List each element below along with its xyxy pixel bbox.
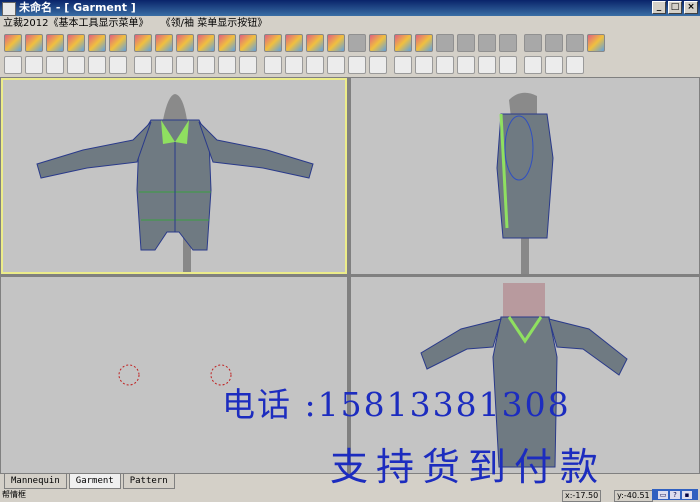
minimize-button[interactable]: _ <box>652 1 666 14</box>
cross-icon[interactable] <box>109 34 127 52</box>
cross-icon[interactable] <box>394 56 412 74</box>
line-icon[interactable] <box>369 56 387 74</box>
new-file-icon[interactable] <box>4 56 22 74</box>
fill-icon[interactable] <box>176 34 194 52</box>
shirt-icon[interactable] <box>176 56 194 74</box>
right-sleeve <box>198 121 314 179</box>
pattern-piece-left <box>118 364 140 386</box>
mannequin-icon[interactable] <box>25 34 43 52</box>
print-icon[interactable] <box>67 56 85 74</box>
system-tray: ▭ ? ▪ <box>652 489 698 500</box>
mannequin-icon[interactable] <box>197 34 215 52</box>
garment-body <box>136 119 212 251</box>
help-icon[interactable]: ? <box>670 490 680 499</box>
rotate-icon[interactable] <box>197 56 215 74</box>
maximize-button[interactable]: □ <box>668 1 682 14</box>
viewport-front[interactable] <box>1 78 347 274</box>
menu-item-basic-tools[interactable]: 立裁2012《基本工具显示菜单》 <box>3 18 148 29</box>
save-icon[interactable] <box>46 56 64 74</box>
sleeve-icon[interactable] <box>264 34 282 52</box>
pan-icon[interactable] <box>218 56 236 74</box>
shirt-icon[interactable] <box>218 34 236 52</box>
zoom-icon[interactable] <box>239 56 257 74</box>
viewport-pattern[interactable] <box>1 277 347 473</box>
tray-icon[interactable]: ▭ <box>658 490 668 499</box>
app-icon <box>2 2 16 16</box>
left-sleeve <box>36 121 152 179</box>
tool-icon[interactable] <box>566 56 584 74</box>
window-title: 未命名 - [ Garment ] <box>19 1 136 14</box>
title-bar: 未命名 - [ Garment ] _ □ × <box>0 0 700 16</box>
view-bottom-icon[interactable] <box>545 56 563 74</box>
view-top-icon[interactable] <box>524 56 542 74</box>
ruler-icon[interactable] <box>327 56 345 74</box>
view-tabs: Mannequin Garment Pattern <box>0 474 700 490</box>
toolbar-garment <box>0 31 700 55</box>
stand-pole <box>521 238 529 274</box>
blank-icon[interactable] <box>566 34 584 52</box>
watermark-phone: 电话 :15813381308 <box>222 385 571 424</box>
blank-icon[interactable] <box>545 34 563 52</box>
garment-icon[interactable] <box>67 34 85 52</box>
mannequin-neck <box>163 94 187 120</box>
mannequin-icon[interactable] <box>327 34 345 52</box>
mannequin-icon[interactable] <box>134 56 152 74</box>
coord-y: y:-40.51 <box>614 490 653 502</box>
view-back-icon[interactable] <box>457 56 475 74</box>
pocket-icon[interactable] <box>285 34 303 52</box>
blank-icon[interactable] <box>457 34 475 52</box>
redo-icon[interactable] <box>109 56 127 74</box>
tab-mannequin[interactable]: Mannequin <box>4 474 67 489</box>
zoom-fit-icon[interactable] <box>264 56 282 74</box>
status-text: 帮情框 <box>2 490 26 499</box>
view-icon[interactable] <box>155 56 173 74</box>
status-bar: 帮情框 x:-17.50 y:-40.51 <box>0 490 700 502</box>
toolbar-standard <box>0 53 700 77</box>
color-icon[interactable] <box>155 34 173 52</box>
blank-icon[interactable] <box>499 34 517 52</box>
tab-pattern[interactable]: Pattern <box>122 474 175 489</box>
close-button[interactable]: × <box>684 1 698 14</box>
garment-front-view <box>36 94 314 272</box>
color-icon[interactable] <box>394 34 412 52</box>
curve-icon[interactable] <box>348 56 366 74</box>
tab-garment[interactable]: Garment <box>68 474 121 489</box>
blank-icon[interactable] <box>436 34 454 52</box>
menu-bar: 立裁2012《基本工具显示菜单》 《领/袖 菜单显示按钮》 <box>0 16 700 31</box>
right-sleeve <box>548 318 628 376</box>
view-left-icon[interactable] <box>478 56 496 74</box>
arrow-icon[interactable] <box>134 34 152 52</box>
menu-item-collar-sleeve[interactable]: 《领/袖 菜单显示按钮》 <box>161 18 268 29</box>
undo-icon[interactable] <box>88 56 106 74</box>
open-icon[interactable] <box>25 56 43 74</box>
move-icon[interactable] <box>285 56 303 74</box>
fill-icon[interactable] <box>369 34 387 52</box>
pattern-view <box>118 364 232 386</box>
blank-icon[interactable] <box>478 34 496 52</box>
shirt-icon[interactable] <box>88 34 106 52</box>
view-front-icon[interactable] <box>436 56 454 74</box>
blank-icon[interactable] <box>524 34 542 52</box>
coord-x: x:-17.50 <box>562 490 602 502</box>
align-icon[interactable] <box>306 56 324 74</box>
button-icon[interactable] <box>306 34 324 52</box>
window-controls: _ □ × <box>652 1 698 14</box>
view-right-icon[interactable] <box>499 56 517 74</box>
garment-side-view <box>496 92 554 274</box>
grid-icon[interactable] <box>587 34 605 52</box>
arrow-icon[interactable] <box>4 34 22 52</box>
node-icon[interactable] <box>415 56 433 74</box>
tray-icon[interactable]: ▪ <box>682 490 692 499</box>
collar-icon[interactable] <box>239 34 257 52</box>
grid-icon[interactable] <box>46 34 64 52</box>
viewport-side[interactable] <box>351 78 699 274</box>
blank-icon[interactable] <box>348 34 366 52</box>
left-sleeve <box>420 318 502 370</box>
mannequin-icon[interactable] <box>415 34 433 52</box>
